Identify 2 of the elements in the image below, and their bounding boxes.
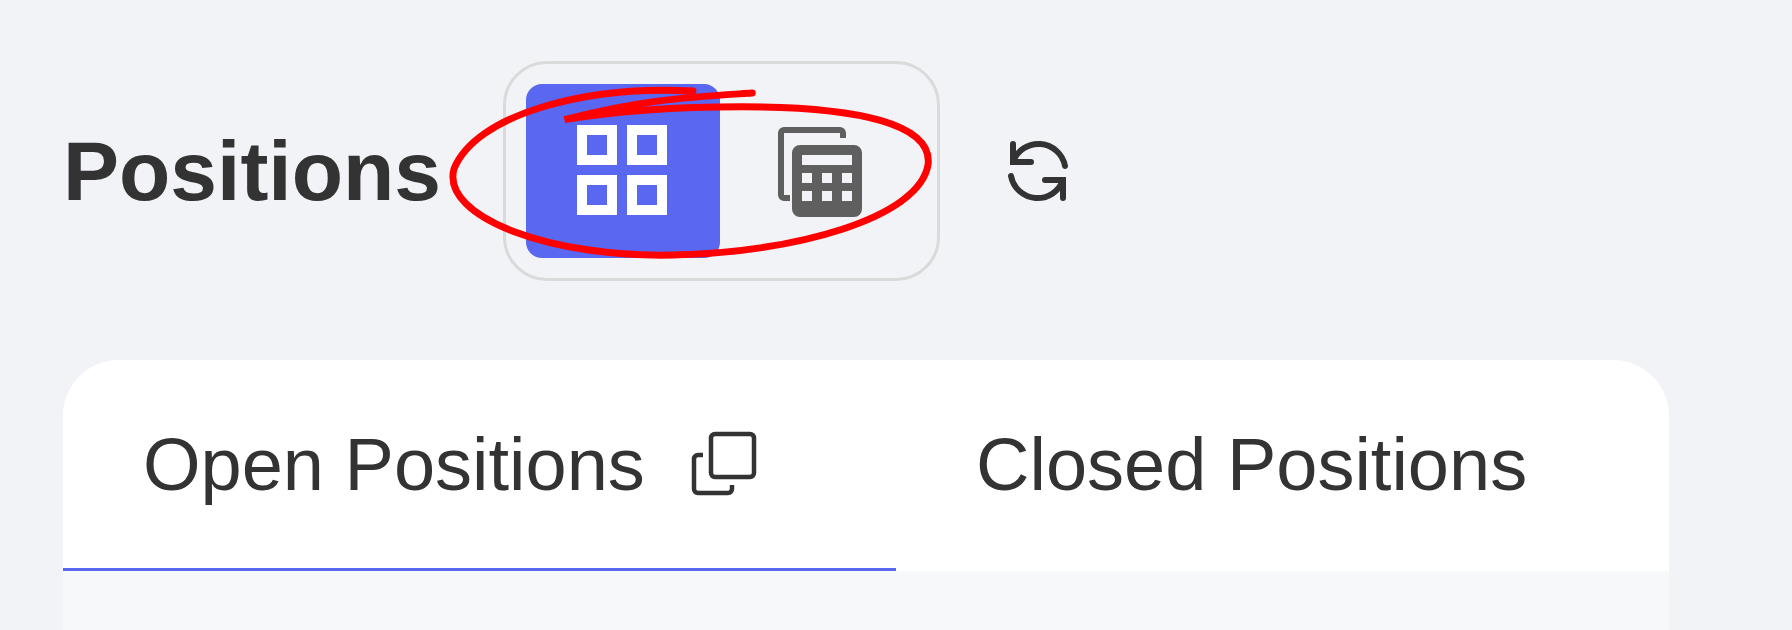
page-title: Positions bbox=[63, 122, 442, 220]
grid-icon bbox=[576, 125, 669, 217]
